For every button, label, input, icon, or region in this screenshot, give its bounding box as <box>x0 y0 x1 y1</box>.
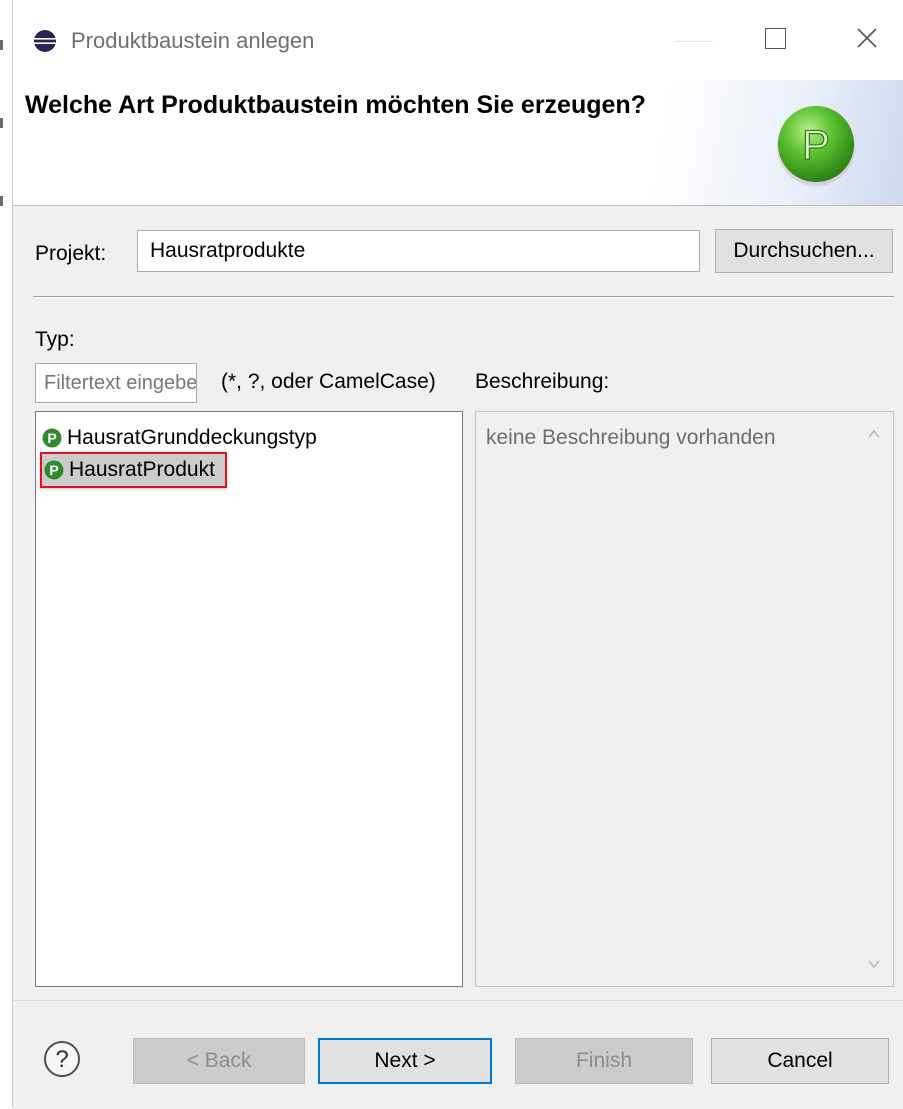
description-text: keine Beschreibung vorhanden <box>486 426 776 449</box>
back-button[interactable]: < Back <box>133 1038 305 1084</box>
logo-letter: P <box>802 121 830 168</box>
scroll-up-icon[interactable] <box>867 428 881 440</box>
filter-hint: (*, ?, oder CamelCase) <box>221 370 436 393</box>
close-icon[interactable] <box>855 26 879 50</box>
svg-text:P: P <box>47 430 56 446</box>
filter-input[interactable] <box>35 363 197 403</box>
eclipse-app-icon <box>34 30 56 52</box>
left-edge-mark <box>0 118 3 128</box>
project-label: Projekt: <box>35 242 107 265</box>
scroll-down-icon[interactable] <box>867 958 881 970</box>
description-label: Beschreibung: <box>475 370 610 393</box>
title-bar: Produktbaustein anlegen <box>13 0 903 80</box>
help-icon[interactable]: ? <box>43 1040 81 1078</box>
project-field[interactable] <box>137 230 700 272</box>
dialog-window: Produktbaustein anlegen Welche Art Produ… <box>12 0 903 1109</box>
type-label: Typ: <box>35 328 75 351</box>
page-title: Welche Art Produktbaustein möchten Sie e… <box>25 91 646 119</box>
maximize-icon[interactable] <box>765 28 786 49</box>
left-edge-mark <box>0 40 3 50</box>
cancel-button[interactable]: Cancel <box>711 1038 889 1084</box>
left-edge-mark <box>0 196 3 206</box>
list-item[interactable]: P HausratGrunddeckungstyp <box>42 422 317 454</box>
browse-button[interactable]: Durchsuchen... <box>715 229 893 273</box>
list-item-selected[interactable]: P HausratProdukt <box>40 452 227 488</box>
type-list[interactable]: P HausratGrunddeckungstyp P HausratProdu… <box>35 411 463 987</box>
window-title: Produktbaustein anlegen <box>71 28 315 53</box>
product-p-icon: P <box>42 428 62 448</box>
divider <box>33 296 894 298</box>
svg-text:?: ? <box>55 1046 68 1073</box>
product-logo-icon: P <box>777 106 855 186</box>
product-p-icon: P <box>44 460 64 480</box>
minimize-button[interactable] <box>675 41 713 42</box>
svg-text:P: P <box>49 462 58 478</box>
finish-button[interactable]: Finish <box>515 1038 693 1084</box>
wizard-banner: Welche Art Produktbaustein möchten Sie e… <box>13 80 903 206</box>
description-box: keine Beschreibung vorhanden <box>475 411 894 987</box>
button-bar: ? < Back Next > Finish Cancel <box>13 1000 903 1109</box>
list-item-label: HausratProdukt <box>69 458 215 481</box>
list-item-label: HausratGrunddeckungstyp <box>67 426 317 449</box>
next-button[interactable]: Next > <box>318 1038 492 1084</box>
